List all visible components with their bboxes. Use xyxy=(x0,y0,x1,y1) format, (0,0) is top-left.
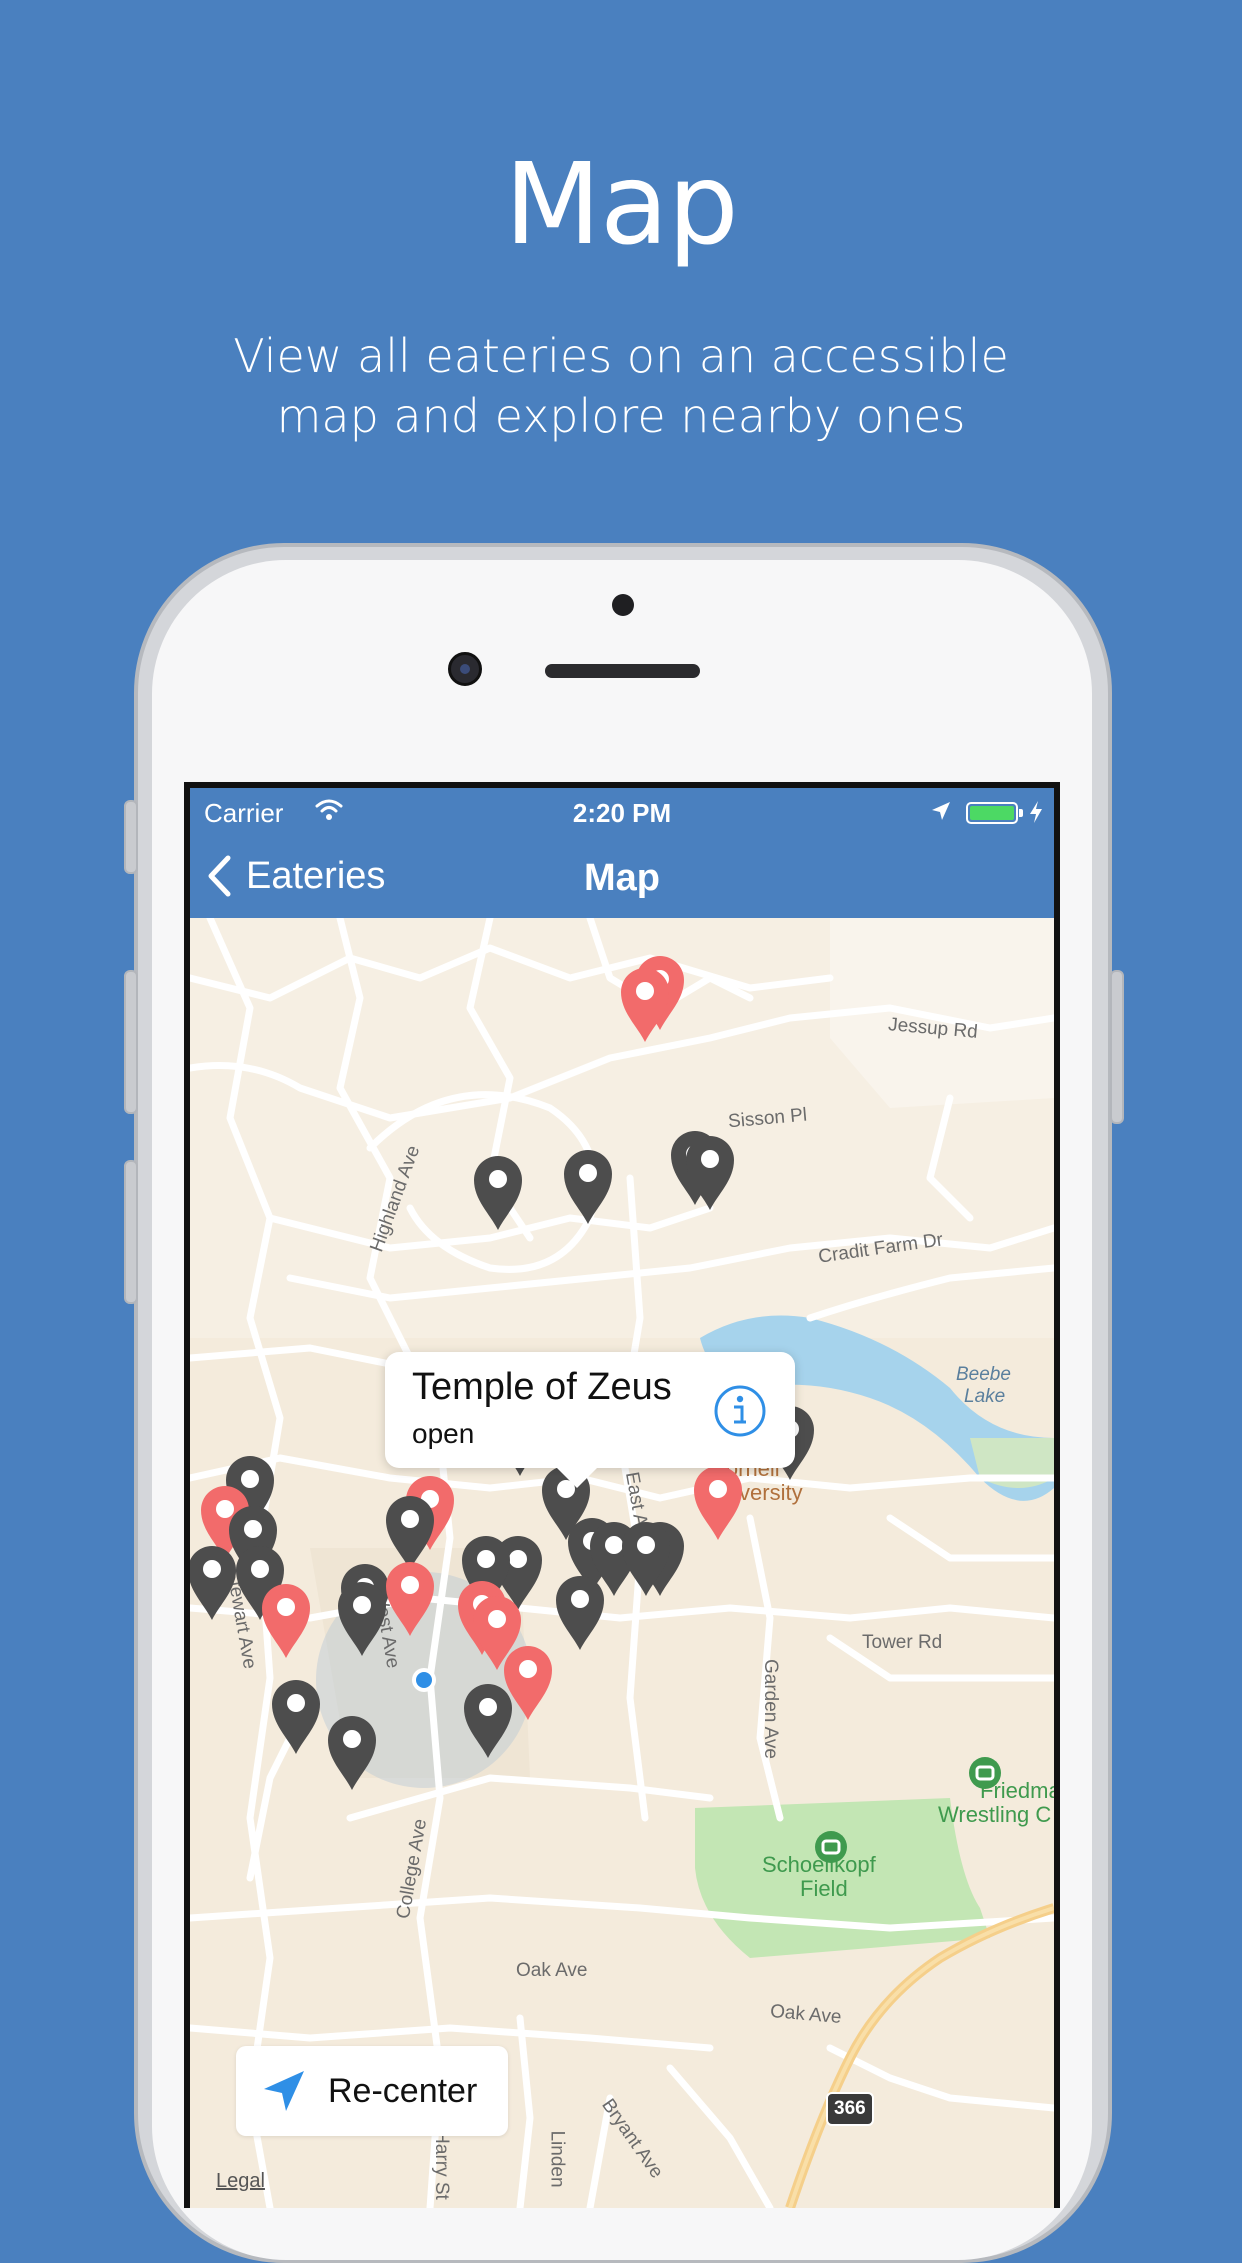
battery-icon xyxy=(966,802,1018,824)
status-time: 2:20 PM xyxy=(572,798,672,828)
volume-up-button xyxy=(124,970,138,1114)
info-circle-icon[interactable] xyxy=(713,1384,767,1438)
eatery-callout[interactable]: Temple of Zeus open xyxy=(385,1352,795,1488)
street-label-tower: Tower Rd xyxy=(862,1632,943,1653)
closed-eatery-pin-icon[interactable] xyxy=(470,1152,526,1232)
app-screen: Carrier 2:20 PM Eateries Map Jessup Rd S… xyxy=(190,788,1054,2208)
map-view[interactable]: Jessup Rd Sisson Pl Highland Ave Cradit … xyxy=(190,918,1054,2208)
closed-eatery-pin-icon[interactable] xyxy=(190,1542,240,1622)
recenter-button[interactable]: Re-center xyxy=(236,2046,508,2136)
page-subtitle: View all eateries on an accessible map a… xyxy=(0,326,1242,446)
closed-eatery-pin-icon[interactable] xyxy=(560,1146,616,1226)
street-label-garden: Garden Ave xyxy=(760,1658,782,1760)
stadium-icon xyxy=(815,1831,847,1863)
mute-switch xyxy=(124,800,138,874)
street-label-oak-1: Oak Ave xyxy=(516,1960,588,1981)
closed-eatery-pin-icon[interactable] xyxy=(618,1518,674,1598)
page-title: Map xyxy=(504,140,738,270)
phone-screen: Carrier 2:20 PM Eateries Map Jessup Rd S… xyxy=(184,782,1060,2208)
water-label-lake: Lake xyxy=(964,1386,1006,1407)
callout-status: open xyxy=(412,1418,475,1449)
status-bar: Carrier 2:20 PM xyxy=(190,788,1054,836)
closed-eatery-pin-icon[interactable] xyxy=(324,1712,380,1792)
water-label-beebe: Beebe xyxy=(956,1364,1011,1385)
open-eatery-pin-icon[interactable] xyxy=(382,1558,438,1638)
recenter-label: Re-center xyxy=(328,2071,478,2110)
proximity-sensor xyxy=(612,594,634,616)
poi-label-wrestling: Wrestling C xyxy=(938,1802,1052,1827)
closed-eatery-pin-icon[interactable] xyxy=(460,1680,516,1760)
route-shield-366: 366 xyxy=(826,2092,874,2126)
street-label-harry: Harry St xyxy=(430,2130,452,2200)
location-arrow-icon xyxy=(264,2071,304,2111)
volume-down-button xyxy=(124,1160,138,1304)
subtitle-line-2: map and explore nearby ones xyxy=(276,389,966,443)
front-camera xyxy=(448,652,482,686)
open-eatery-pin-icon[interactable] xyxy=(690,1462,746,1542)
poi-label-field: Field xyxy=(800,1876,848,1901)
legal-link[interactable]: Legal xyxy=(216,2170,265,2193)
open-eatery-pin-icon[interactable] xyxy=(617,964,673,1044)
closed-eatery-pin-icon[interactable] xyxy=(682,1132,738,1212)
subtitle-line-1: View all eateries on an accessible xyxy=(233,329,1009,383)
closed-eatery-pin-icon[interactable] xyxy=(552,1572,608,1652)
callout-title: Temple of Zeus xyxy=(412,1366,672,1408)
battery-cap xyxy=(1019,809,1023,817)
nav-title: Map xyxy=(584,857,660,899)
charging-bolt-icon xyxy=(1030,801,1042,823)
navigation-bar: Eateries Map xyxy=(190,836,1054,918)
earpiece-speaker xyxy=(545,664,700,678)
open-eatery-pin-icon[interactable] xyxy=(258,1580,314,1660)
power-button xyxy=(1110,970,1124,1124)
street-label-linden: Linden xyxy=(546,2130,568,2188)
closed-eatery-pin-icon[interactable] xyxy=(268,1676,324,1756)
stadium-icon xyxy=(969,1757,1001,1789)
location-services-icon xyxy=(932,802,950,820)
battery-level xyxy=(970,806,1014,820)
